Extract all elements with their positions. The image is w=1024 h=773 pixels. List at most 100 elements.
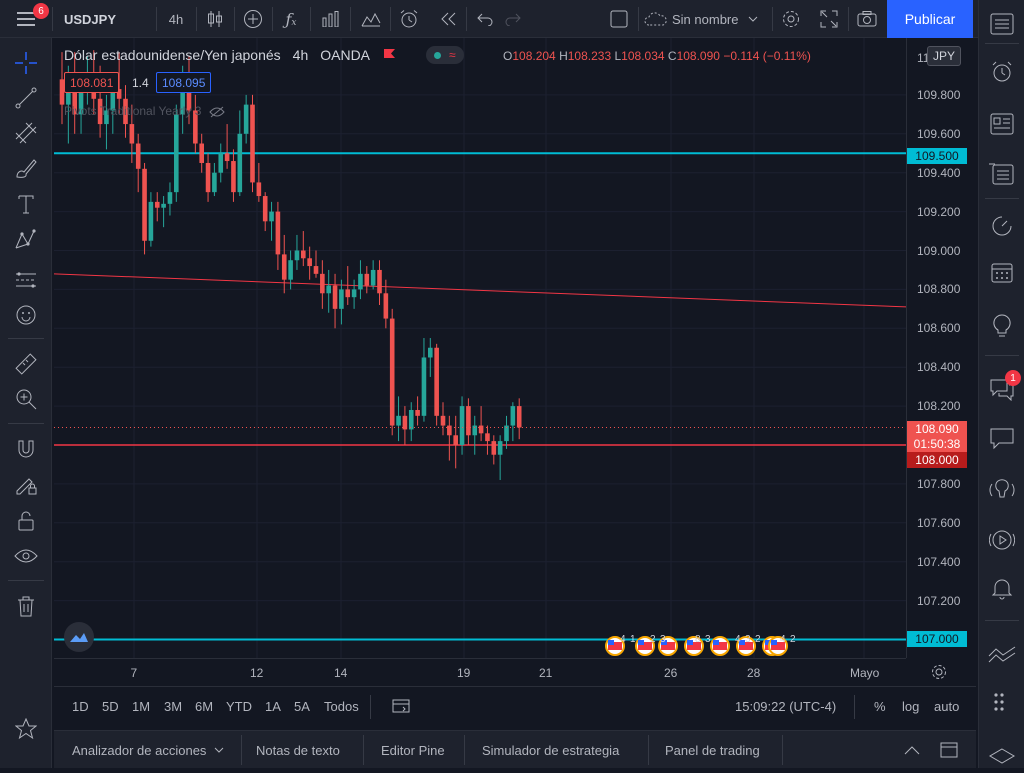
candle-body	[142, 168, 147, 241]
layout-name-button[interactable]: Sin nombre	[644, 0, 768, 38]
refresh-icon	[992, 216, 1012, 236]
price-tick-label: 108.200	[917, 399, 961, 414]
chart-legend: Dólar estadounidense/Yen japonés 4h OAND…	[64, 46, 464, 64]
range-1a[interactable]: 1A	[265, 699, 281, 714]
compare-symbol-button[interactable]	[238, 0, 268, 38]
watchlist-button[interactable]	[988, 10, 1016, 38]
range-all[interactable]: Todos	[324, 699, 359, 714]
countdown-label: 01:50:38	[907, 436, 967, 452]
candle-body	[294, 250, 300, 261]
symbol-description[interactable]: Dólar estadounidense/Yen japonés	[64, 47, 281, 63]
tab-strategy-tester[interactable]: Simulador de estrategia	[482, 731, 619, 769]
lock-all-tool[interactable]	[12, 507, 40, 535]
calendar-events-button[interactable]	[988, 526, 1016, 554]
tab-text-notes[interactable]: Notas de texto	[256, 731, 340, 769]
percent-scale-toggle[interactable]: %	[874, 699, 886, 714]
range-5d[interactable]: 5D	[102, 699, 119, 714]
indicators-button[interactable]: ƒx	[276, 0, 306, 38]
auto-scale-toggle[interactable]: auto	[934, 699, 959, 714]
zoom-tool[interactable]	[12, 385, 40, 413]
chart-style-button[interactable]	[200, 0, 230, 38]
tab-stock-screener[interactable]: Analizador de acciones	[72, 731, 224, 769]
clock-timezone[interactable]: 15:09:22 (UTC-4)	[735, 699, 836, 714]
range-5a[interactable]: 5A	[294, 699, 310, 714]
settings-button[interactable]	[776, 0, 806, 38]
interval-button[interactable]: 4h	[160, 0, 192, 38]
measure-tool[interactable]	[12, 350, 40, 378]
indicator-label[interactable]: Pivots Traditional Yearly 3	[64, 104, 201, 118]
lock-drawing-tool[interactable]	[12, 470, 40, 498]
crosshair-tool[interactable]	[12, 49, 40, 77]
currency-label[interactable]: JPY	[927, 46, 962, 66]
snapshot-button[interactable]	[852, 0, 882, 38]
hide-drawings-tool[interactable]	[12, 542, 40, 570]
streams-button[interactable]	[988, 476, 1016, 504]
candle-body	[516, 406, 522, 428]
brush-tool[interactable]	[12, 154, 40, 182]
ideas-button[interactable]	[988, 312, 1016, 340]
date-range-bar: 1D 5D 1M 3M 6M YTD 1A 5A Todos 15:09:22 …	[54, 686, 976, 726]
ideas-stream-button[interactable]	[988, 212, 1016, 240]
dom-button[interactable]	[988, 688, 1016, 716]
sell-button[interactable]: 108.081	[64, 72, 120, 93]
candle-body	[434, 347, 439, 416]
status-dot-icon	[434, 51, 442, 59]
pattern-tool[interactable]	[12, 226, 40, 254]
time-tick-label: 12	[250, 666, 264, 680]
range-6m[interactable]: 6M	[195, 699, 213, 714]
publish-button[interactable]: Publicar	[887, 0, 973, 38]
fib-tool[interactable]	[12, 119, 40, 147]
data-window-button[interactable]	[988, 110, 1016, 138]
price-chart[interactable]: 41238343242	[54, 38, 906, 658]
tradingview-logo[interactable]	[64, 622, 94, 652]
trading-panel-button[interactable]	[988, 640, 1016, 668]
fullscreen-select-button[interactable]	[604, 0, 634, 38]
price-axis[interactable]: 11 JPY 109.500 108.090 01:50:38 108.000 …	[906, 38, 976, 658]
redo-button[interactable]	[498, 0, 528, 38]
trend-line-tool[interactable]	[12, 84, 40, 112]
symbol-search-button[interactable]: USDJPY	[58, 0, 122, 38]
undo-button[interactable]	[470, 0, 500, 38]
market-status[interactable]: ≈	[426, 46, 464, 64]
go-to-date-button[interactable]	[392, 697, 410, 718]
flag-icon[interactable]	[382, 48, 396, 62]
log-scale-toggle[interactable]: log	[902, 699, 919, 714]
price-tick-label: 109.000	[917, 243, 961, 258]
prediction-tool[interactable]	[12, 266, 40, 294]
buy-button[interactable]: 108.095	[156, 72, 212, 93]
candle-body	[307, 258, 312, 267]
icon-tool[interactable]	[12, 301, 40, 329]
hotlist-button[interactable]	[988, 160, 1016, 188]
candle-body	[428, 347, 433, 358]
public-chat-button[interactable]	[988, 424, 1016, 452]
range-ytd[interactable]: YTD	[226, 699, 252, 714]
replay-button[interactable]	[434, 0, 464, 38]
eye-off-icon[interactable]	[209, 106, 225, 118]
magnet-tool[interactable]	[12, 435, 40, 463]
range-3m[interactable]: 3M	[164, 699, 182, 714]
alert-button[interactable]	[394, 0, 424, 38]
range-1d[interactable]: 1D	[72, 699, 89, 714]
notifications-button[interactable]	[988, 574, 1016, 602]
legend-source: OANDA	[320, 47, 371, 63]
calendar-button[interactable]	[988, 258, 1016, 286]
candle-body	[250, 104, 255, 183]
templates-button[interactable]	[356, 0, 386, 38]
time-axis[interactable]: 7 12 14 19 21 26 28 Mayo	[54, 658, 906, 686]
us-flag-canton-icon	[638, 640, 644, 645]
fullscreen-button[interactable]	[814, 0, 844, 38]
maximize-panel-button[interactable]	[940, 731, 958, 769]
alerts-button[interactable]	[988, 58, 1016, 86]
financials-button[interactable]	[316, 0, 346, 38]
axis-settings-button[interactable]	[930, 663, 948, 686]
text-tool[interactable]	[12, 190, 40, 218]
tab-pine-editor[interactable]: Editor Pine	[381, 731, 445, 769]
layers-button[interactable]	[988, 745, 1016, 773]
grid-dots-icon	[994, 693, 1004, 711]
favorites-tool[interactable]	[12, 715, 40, 743]
us-flag-canton-icon	[713, 640, 719, 645]
range-1m[interactable]: 1M	[132, 699, 150, 714]
remove-drawings-tool[interactable]	[12, 592, 40, 620]
tab-trading-panel[interactable]: Panel de trading	[665, 731, 760, 769]
collapse-panel-button[interactable]	[904, 731, 920, 769]
